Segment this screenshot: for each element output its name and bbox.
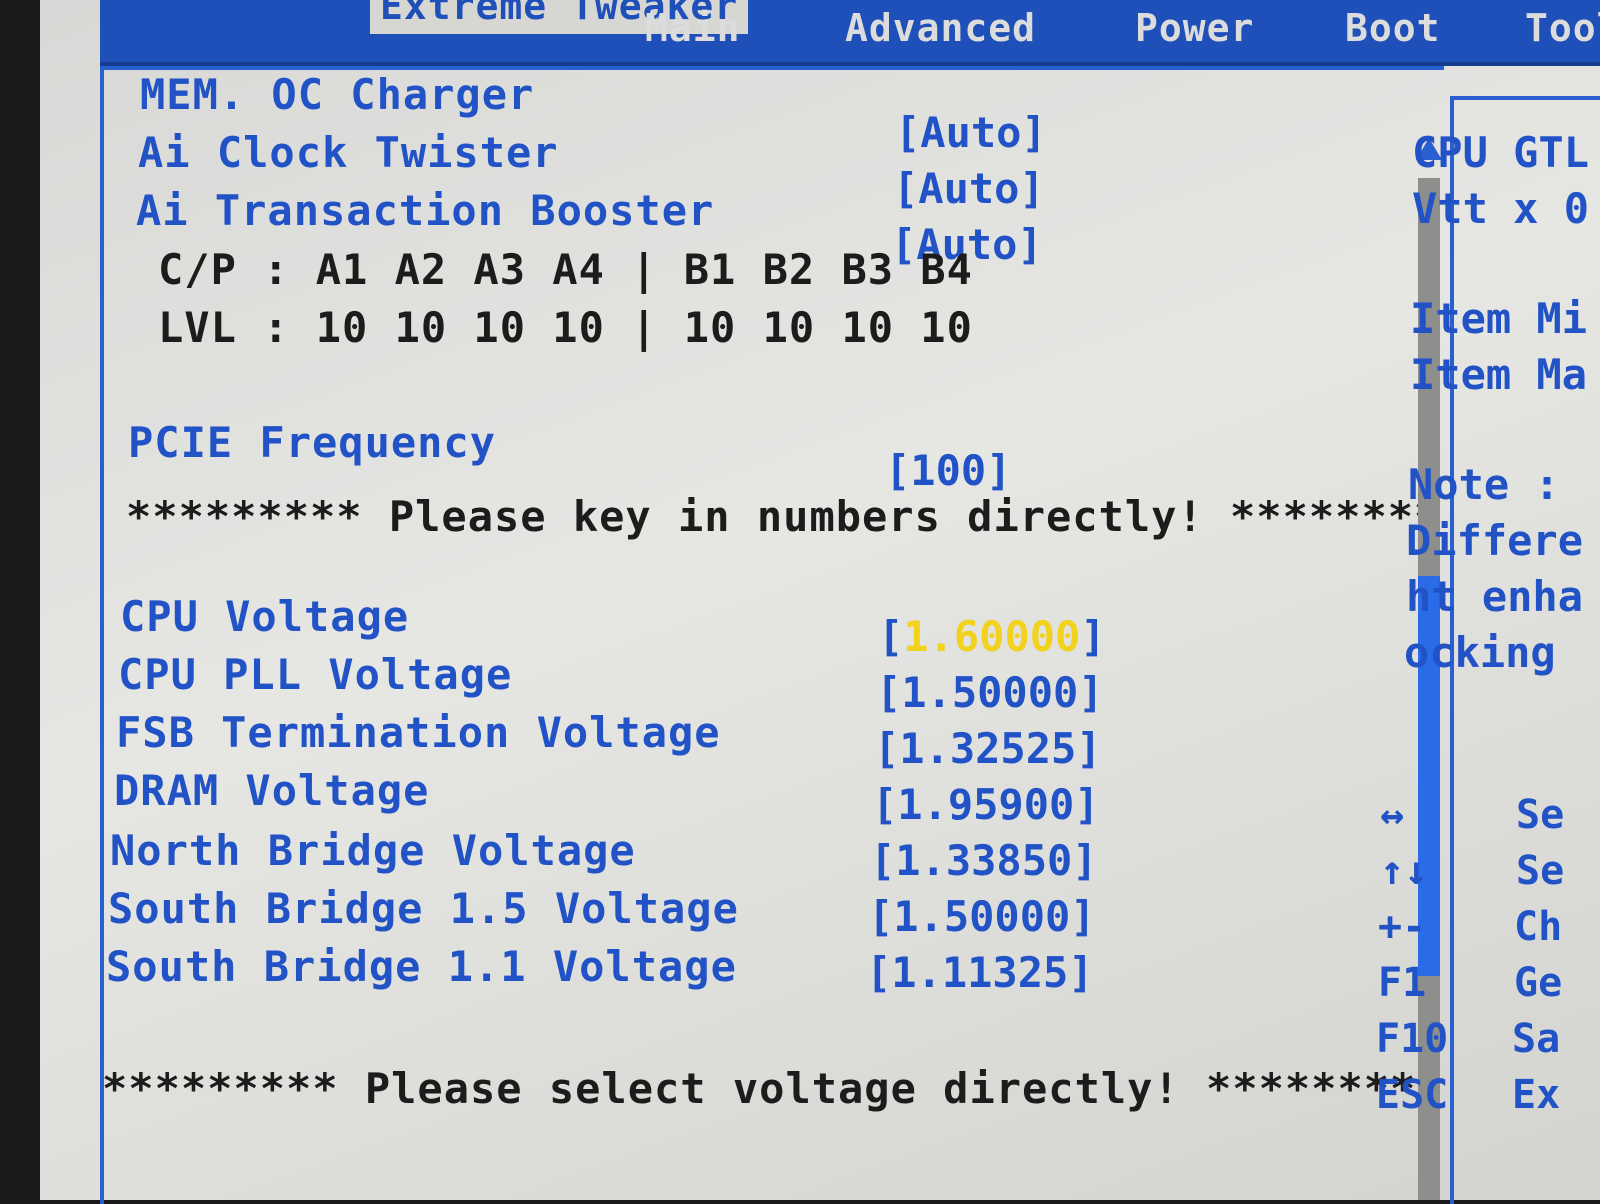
setting-pcie-frequency[interactable]: PCIE Frequency <box>128 418 496 467</box>
key-left-right-arrows-icon: ↔ <box>1380 792 1405 838</box>
key-desc-change-field: Ch <box>1514 904 1563 950</box>
tab-main[interactable]: Main <box>645 6 741 50</box>
help-note-line3: ocking <box>1404 628 1556 677</box>
notice-select-voltage: ********* Please select voltage directly… <box>102 1064 1417 1113</box>
key-desc-select-item: Se <box>1516 848 1565 894</box>
setting-ai-transaction-booster[interactable]: Ai Transaction Booster <box>136 186 714 235</box>
setting-cpu-pll-voltage-value[interactable]: [1.50000] <box>876 668 1104 717</box>
lvl-row: LVL : 10 10 10 10 | 10 10 10 10 <box>158 303 973 352</box>
key-desc-save-exit: Sa <box>1512 1016 1561 1062</box>
setting-dram-voltage-value[interactable]: [1.95900] <box>872 780 1100 829</box>
key-desc-general-help: Ge <box>1514 960 1563 1006</box>
setting-mem-oc-charger-value[interactable]: [Auto] <box>895 108 1047 157</box>
tab-advanced[interactable]: Advanced <box>845 6 1036 50</box>
cpu-voltage-bracket-open: [ <box>878 612 904 661</box>
cp-row: C/P : A1 A2 A3 A4 | B1 B2 B3 B4 <box>158 245 973 294</box>
key-f1: F1 <box>1378 960 1427 1006</box>
setting-ai-clock-twister-value[interactable]: [Auto] <box>893 164 1045 213</box>
setting-south-bridge-11-voltage[interactable]: South Bridge 1.1 Voltage <box>106 942 737 991</box>
help-note-line1: Differe <box>1406 516 1584 565</box>
notice-key-in-numbers: ********* Please key in numbers directly… <box>126 492 1441 541</box>
setting-north-bridge-voltage[interactable]: North Bridge Voltage <box>110 826 636 875</box>
setting-cpu-pll-voltage[interactable]: CPU PLL Voltage <box>118 650 512 699</box>
setting-dram-voltage[interactable]: DRAM Voltage <box>114 766 429 815</box>
setting-cpu-voltage-value[interactable]: [1.60000] <box>878 612 1106 661</box>
setting-south-bridge-15-voltage[interactable]: South Bridge 1.5 Voltage <box>108 884 739 933</box>
cpu-voltage-selected-value[interactable]: 1.60000 <box>903 612 1080 661</box>
key-desc-select-screen: Se <box>1516 792 1565 838</box>
key-plus-minus: +- <box>1378 904 1427 950</box>
help-item-max: Item Ma <box>1410 350 1588 399</box>
setting-mem-oc-charger[interactable]: MEM. OC Charger <box>140 70 534 119</box>
setting-pcie-frequency-value[interactable]: [100] <box>885 446 1011 495</box>
tab-boot[interactable]: Boot <box>1345 6 1441 50</box>
help-title-line2: Vtt x 0 <box>1412 184 1590 233</box>
key-f10: F10 <box>1376 1016 1449 1062</box>
setting-south-bridge-11-voltage-value[interactable]: [1.11325] <box>866 948 1094 997</box>
key-desc-exit: Ex <box>1512 1072 1561 1118</box>
key-up-down-arrows-icon: ↑↓ <box>1380 848 1429 894</box>
setting-cpu-voltage[interactable]: CPU Voltage <box>120 592 409 641</box>
tab-tools[interactable]: Tools <box>1525 6 1600 50</box>
setting-north-bridge-voltage-value[interactable]: [1.33850] <box>870 836 1098 885</box>
setting-fsb-termination-voltage[interactable]: FSB Termination Voltage <box>116 708 721 757</box>
help-note: Note : <box>1408 460 1560 509</box>
key-esc: ESC <box>1376 1072 1449 1118</box>
help-note-line2: ht enha <box>1406 572 1584 621</box>
help-item-min: Item Mi <box>1410 294 1588 343</box>
menu-bar: Extreme Tweaker Main Advanced Power Boot… <box>100 0 1600 66</box>
tab-power[interactable]: Power <box>1135 6 1254 50</box>
setting-fsb-termination-voltage-value[interactable]: [1.32525] <box>874 724 1102 773</box>
bios-screen: Extreme Tweaker Main Advanced Power Boot… <box>40 0 1600 1204</box>
help-title-line1: CPU GTL <box>1412 128 1590 177</box>
cpu-voltage-bracket-close: ] <box>1080 612 1106 661</box>
setting-south-bridge-15-voltage-value[interactable]: [1.50000] <box>868 892 1096 941</box>
setting-ai-clock-twister[interactable]: Ai Clock Twister <box>138 128 559 177</box>
